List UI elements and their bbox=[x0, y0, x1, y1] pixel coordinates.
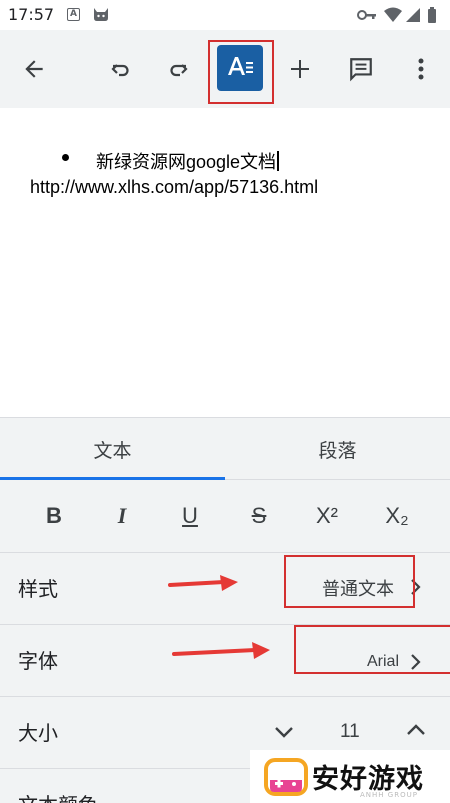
notification-app-icon: A bbox=[67, 8, 80, 21]
strikethrough-button[interactable]: S bbox=[237, 496, 281, 536]
tab-paragraph[interactable]: 段落 bbox=[225, 418, 450, 480]
format-panel: 文本 段落 B I U S X² X₂ 样式 普通文本 字体 Arial 大小 … bbox=[0, 417, 450, 803]
italic-button[interactable]: I bbox=[100, 496, 144, 536]
vpn-key-icon bbox=[357, 10, 376, 20]
status-time: 17:57 bbox=[8, 5, 55, 24]
undo-icon[interactable] bbox=[100, 49, 140, 89]
subscript-button[interactable]: X₂ bbox=[375, 496, 419, 536]
battery-icon bbox=[428, 7, 436, 23]
status-bar: 17:57 A bbox=[0, 0, 450, 30]
tab-text-label: 文本 bbox=[93, 439, 132, 462]
text-cursor bbox=[277, 151, 280, 171]
gamepad-logo-icon bbox=[264, 758, 308, 796]
size-value[interactable]: 11 bbox=[340, 721, 360, 743]
underline-button[interactable]: U bbox=[168, 496, 212, 536]
highlight-box-font bbox=[294, 625, 450, 674]
font-label: 字体 bbox=[18, 649, 58, 673]
url-line[interactable]: http://www.xlhs.com/app/57136.html bbox=[30, 177, 318, 198]
bullet-line[interactable]: 新绿资源网google文档 bbox=[96, 148, 280, 174]
bullet-text: 新绿资源网google文档 bbox=[96, 152, 277, 172]
format-tabs: 文本 段落 bbox=[0, 418, 450, 480]
watermark: 安好游戏 ANHH GROUP bbox=[250, 750, 450, 803]
tab-paragraph-label: 段落 bbox=[318, 439, 357, 462]
more-vert-icon[interactable] bbox=[401, 49, 441, 89]
comment-icon[interactable] bbox=[341, 49, 381, 89]
red-arrow-annotation bbox=[172, 642, 270, 659]
watermark-subtext: ANHH GROUP bbox=[360, 791, 418, 799]
back-arrow-icon[interactable] bbox=[14, 49, 54, 89]
size-label: 大小 bbox=[18, 721, 58, 745]
status-right-icons bbox=[356, 6, 442, 28]
chevron-down-icon[interactable] bbox=[274, 725, 294, 739]
red-arrow-annotation bbox=[168, 575, 238, 591]
signal-icon bbox=[406, 8, 420, 22]
tab-text[interactable]: 文本 bbox=[0, 418, 225, 480]
text-style-buttons: B I U S X² X₂ bbox=[0, 480, 450, 553]
bold-button[interactable]: B bbox=[32, 496, 76, 536]
text-color-label: 文本颜色 bbox=[18, 789, 98, 803]
redo-icon[interactable] bbox=[159, 49, 199, 89]
superscript-button[interactable]: X² bbox=[305, 496, 349, 536]
cat-notification-icon bbox=[92, 6, 110, 26]
style-label: 样式 bbox=[18, 577, 58, 601]
bullet-point bbox=[62, 154, 69, 161]
highlight-box-style bbox=[284, 555, 415, 608]
chevron-up-icon[interactable] bbox=[406, 723, 426, 737]
document-body[interactable]: 新绿资源网google文档 http://www.xlhs.com/app/57… bbox=[0, 108, 450, 417]
wifi-icon bbox=[384, 7, 402, 22]
add-icon[interactable] bbox=[280, 49, 320, 89]
highlight-box-format bbox=[208, 40, 274, 104]
